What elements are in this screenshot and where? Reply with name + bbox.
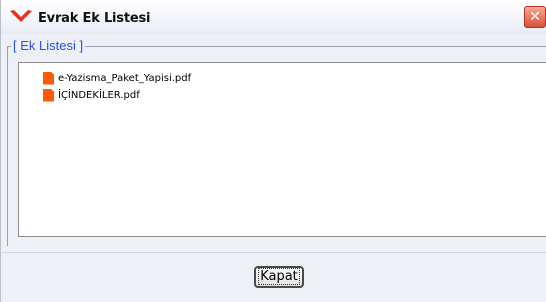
file-name: İÇİNDEKİLER.pdf [58, 89, 140, 101]
close-button-label: Kapat [258, 268, 300, 285]
app-logo-icon [10, 10, 32, 22]
pdf-file-icon [43, 71, 54, 85]
list-item[interactable]: e-Yazisma_Paket_Yapisi.pdf [43, 71, 191, 85]
close-button[interactable]: Kapat [254, 266, 304, 288]
pdf-file-icon [43, 88, 54, 102]
footer-divider [2, 252, 546, 253]
window-close-button[interactable]: ✕ [524, 6, 546, 28]
group-legend: [ Ek Listesi ] [11, 38, 86, 53]
attachment-list[interactable]: e-Yazisma_Paket_Yapisi.pdf İÇİNDEKİLER.p… [18, 62, 546, 237]
file-name: e-Yazisma_Paket_Yapisi.pdf [58, 72, 192, 84]
dialog-window: Evrak Ek Listesi ✕ [ Ek Listesi ] e-Yazi… [0, 0, 546, 302]
title-bar[interactable]: Evrak Ek Listesi ✕ [1, 0, 546, 34]
window-title: Evrak Ek Listesi [38, 11, 151, 26]
list-item[interactable]: İÇİNDEKİLER.pdf [43, 88, 140, 102]
